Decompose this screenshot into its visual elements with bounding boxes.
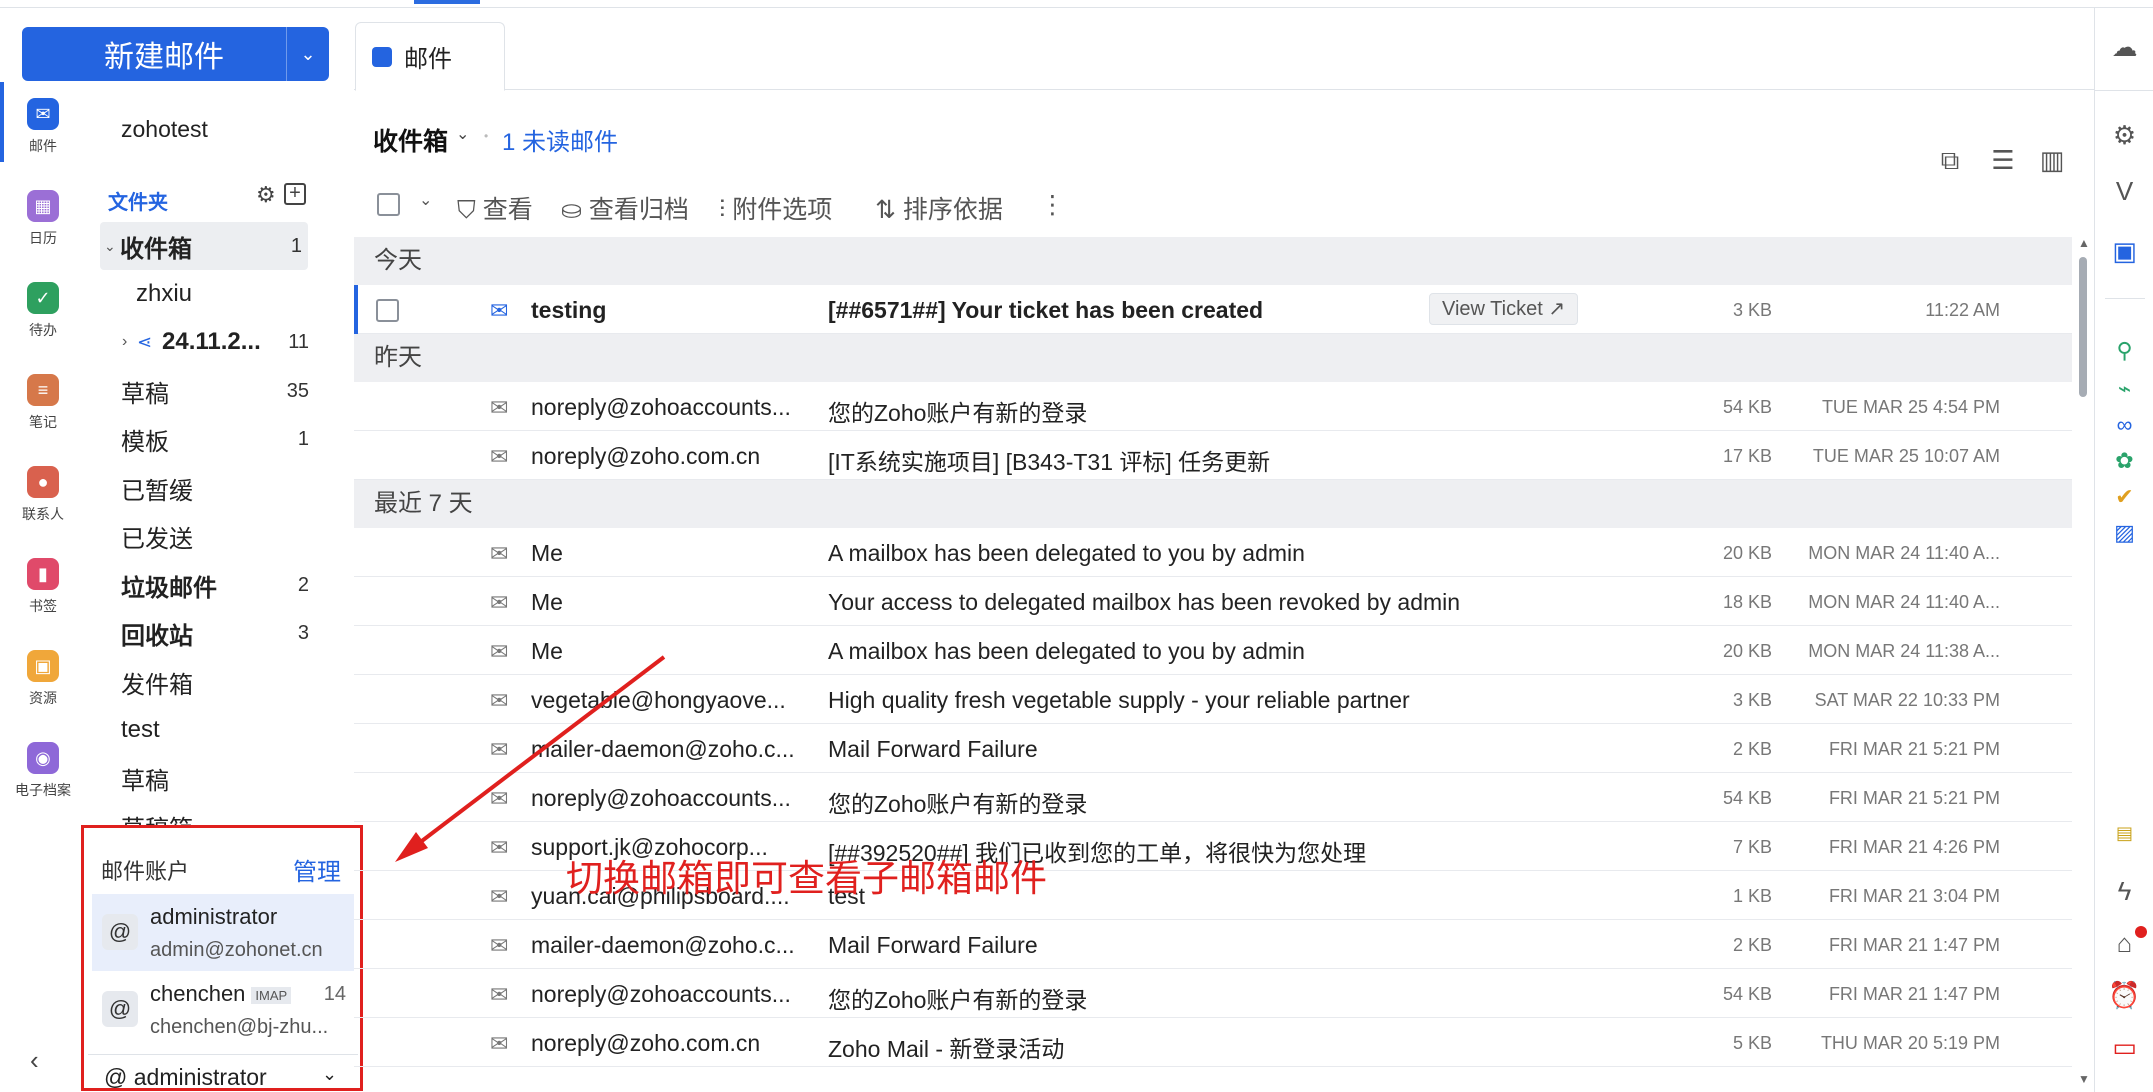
annotation-text: 切换邮箱即可查看子邮箱邮件 (566, 858, 1047, 899)
annotation-arrow (395, 655, 666, 862)
